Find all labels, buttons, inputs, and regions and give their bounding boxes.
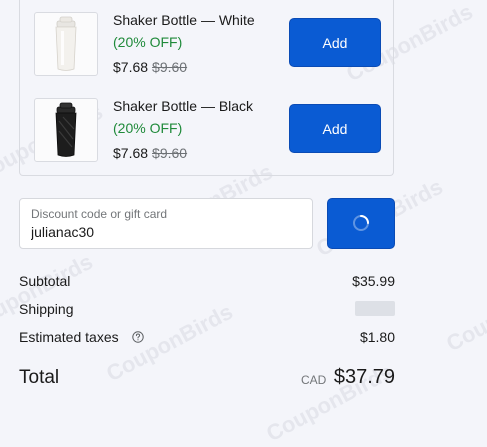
discount-code-input[interactable]	[31, 224, 301, 240]
product-row-white: Shaker Bottle — White (20% OFF) $7.68 $9.…	[34, 12, 381, 78]
loading-spinner-icon	[353, 215, 369, 231]
white-shaker-bottle-image	[34, 12, 98, 76]
total-currency: CAD	[301, 373, 327, 387]
upsell-products-box: Shaker Bottle — White (20% OFF) $7.68 $9.…	[19, 0, 394, 176]
product-discount: (20% OFF)	[113, 34, 183, 50]
question-mark-icon[interactable]	[132, 331, 144, 343]
total-label: Total	[19, 367, 60, 388]
estimated-taxes-value: $1.80	[359, 329, 395, 345]
black-shaker-bottle-image	[34, 98, 98, 162]
product-title: Shaker Bottle — White	[113, 12, 255, 28]
product-price: $7.68	[113, 145, 149, 161]
add-black-shaker-button[interactable]: Add	[289, 104, 381, 153]
shipping-label: Shipping	[19, 301, 74, 317]
product-row-black: Shaker Bottle — Black (20% OFF) $7.68 $9.…	[34, 98, 381, 164]
total-value: $37.79	[333, 366, 395, 388]
product-price: $7.68	[113, 59, 149, 75]
discount-code-field[interactable]: Discount code or gift card	[19, 198, 313, 249]
watermark-text: CouponBirds	[442, 268, 487, 357]
apply-discount-button[interactable]	[327, 198, 395, 249]
shipping-value-placeholder	[355, 301, 395, 316]
subtotal-label: Subtotal	[19, 273, 71, 289]
product-discount: (20% OFF)	[113, 120, 183, 136]
estimated-taxes-label: Estimated taxes	[19, 329, 119, 345]
subtotal-value: $35.99	[352, 273, 395, 289]
watermark-text: CouponBirds	[0, 248, 97, 337]
product-price-block: $7.68 $9.60	[113, 59, 187, 76]
watermark-text: CouponBirds	[102, 298, 237, 387]
product-compare-price: $9.60	[152, 59, 188, 75]
product-price-block: $7.68 $9.60	[113, 145, 187, 162]
product-compare-price: $9.60	[152, 145, 188, 161]
product-title: Shaker Bottle — Black	[113, 98, 254, 114]
add-white-shaker-button[interactable]: Add	[289, 18, 381, 67]
discount-code-label: Discount code or gift card	[31, 207, 168, 221]
